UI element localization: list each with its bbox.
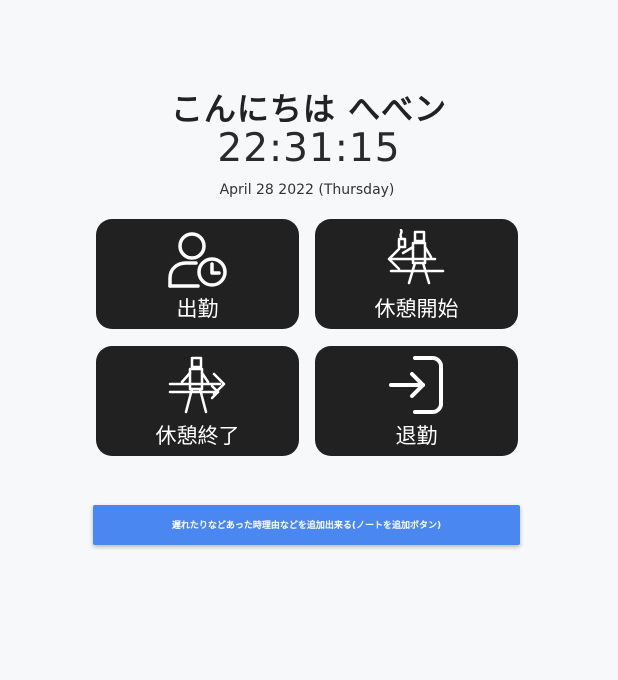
greeting-title: こんにちは へべン — [170, 90, 448, 128]
attendance-page: こんにちは へべン 22:31:15 April 28 2022 (Thursd… — [0, 0, 618, 680]
break-start-button[interactable]: 休憩開始 — [315, 219, 518, 329]
clock-out-label: 退勤 — [395, 424, 438, 448]
clock-in-button[interactable]: 出勤 — [96, 219, 299, 329]
clock-in-label: 出勤 — [176, 297, 219, 321]
break-end-button[interactable]: 休憩終了 — [96, 346, 299, 456]
add-note-button[interactable]: 遅れたりなどあった時理由などを追加出来る(ノートを追加ボタン) — [93, 505, 520, 545]
user-clock-icon — [167, 232, 227, 288]
sign-in-icon — [388, 356, 443, 414]
break-start-label: 休憩開始 — [374, 297, 459, 321]
current-time: 22:31:15 — [217, 126, 401, 171]
break-start-icon — [387, 229, 444, 285]
clock-out-button[interactable]: 退勤 — [315, 346, 518, 456]
break-end-icon — [168, 356, 225, 414]
break-end-label: 休憩終了 — [155, 424, 240, 448]
current-date: April 28 2022 (Thursday) — [219, 182, 395, 198]
